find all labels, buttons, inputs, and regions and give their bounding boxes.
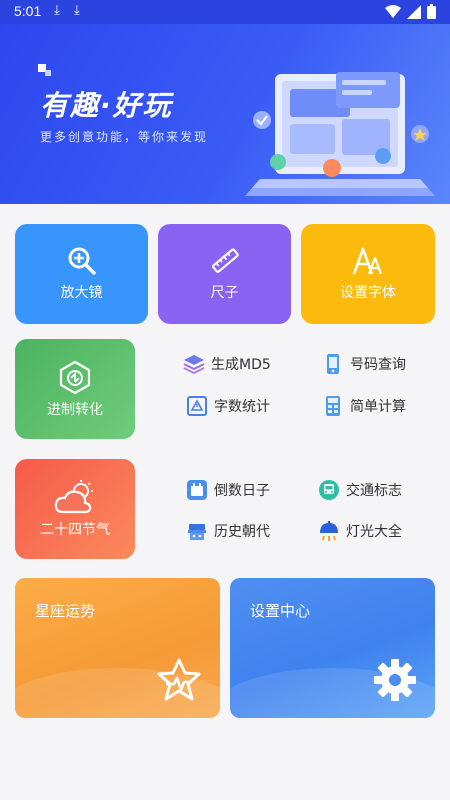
status-time: 5:01 <box>14 3 42 19</box>
sun-cloud-icon <box>54 480 93 514</box>
calendar-icon <box>187 480 207 500</box>
dynasties-menu-item[interactable]: 历史朝代 <box>186 520 270 542</box>
download-icon: ⤓ <box>54 3 60 18</box>
magnifier-label: 放大镜 <box>60 285 103 301</box>
laptop-illustration-icon <box>245 72 435 196</box>
banner-subtitle: 更多创意功能，等你来发现 <box>40 130 209 144</box>
countdown-menu-item[interactable]: 倒数日子 <box>186 479 270 501</box>
dynasties-label: 历史朝代 <box>214 524 270 540</box>
lights-menu-item[interactable]: 灯光大全 <box>318 520 402 542</box>
settings-label: 设置中心 <box>250 602 311 620</box>
base-conversion-tile[interactable]: 进制转化 <box>15 339 135 439</box>
status-bar: 5:01 ⤓ ⤓ <box>0 0 450 24</box>
word-count-menu-item[interactable]: 字数统计 <box>186 395 270 417</box>
ruler-tile[interactable]: 尺子 <box>158 224 291 324</box>
history-icon <box>188 524 206 540</box>
countdown-label: 倒数日子 <box>214 483 270 499</box>
decorative-square <box>45 70 51 76</box>
hero-banner[interactable]: 有趣·好玩 更多创意功能，等你来发现 <box>0 24 450 204</box>
download-icon: ⤓ <box>74 3 80 18</box>
calculator-menu-item[interactable]: 简单计算 <box>322 395 406 417</box>
base-conversion-label: 进制转化 <box>47 402 103 418</box>
font-settings-label: 设置字体 <box>340 285 396 301</box>
md5-menu-item[interactable]: 生成MD5 <box>183 353 271 375</box>
ruler-icon <box>211 248 239 273</box>
gear-icon <box>374 659 416 701</box>
font-size-icon <box>352 247 383 275</box>
phone-icon <box>327 354 339 374</box>
solar-terms-label: 二十四节气 <box>40 522 110 538</box>
traffic-signs-label: 交通标志 <box>346 483 402 499</box>
traffic-signs-menu-item[interactable]: 交通标志 <box>318 479 402 501</box>
cube-cycle-icon <box>59 360 91 395</box>
signal-icon <box>407 4 421 19</box>
horoscope-card[interactable]: 星座运势 <box>15 578 220 718</box>
phone-lookup-label: 号码查询 <box>350 357 406 373</box>
horoscope-label: 星座运势 <box>35 602 96 620</box>
bus-icon <box>319 480 339 500</box>
calculator-label: 简单计算 <box>350 399 406 415</box>
lights-label: 灯光大全 <box>346 524 402 540</box>
star-pulse-icon <box>157 658 201 701</box>
wifi-icon <box>385 4 401 18</box>
ruler-label: 尺子 <box>210 285 239 301</box>
banner-title: 有趣·好玩 <box>40 89 173 122</box>
word-count-label: 字数统计 <box>214 399 270 415</box>
zoom-in-icon <box>68 247 96 275</box>
solar-terms-tile[interactable]: 二十四节气 <box>15 459 135 559</box>
settings-card[interactable]: 设置中心 <box>230 578 435 718</box>
md5-label: 生成MD5 <box>211 357 271 373</box>
calculator-icon <box>326 396 340 416</box>
status-icons <box>385 4 436 19</box>
lamp-icon <box>320 521 338 541</box>
layers-icon <box>183 355 205 375</box>
magnifier-tile[interactable]: 放大镜 <box>15 224 148 324</box>
phone-lookup-menu-item[interactable]: 号码查询 <box>322 353 406 375</box>
font-settings-tile[interactable]: 设置字体 <box>301 224 435 324</box>
battery-icon <box>427 4 436 19</box>
warning-doc-icon <box>187 396 207 416</box>
